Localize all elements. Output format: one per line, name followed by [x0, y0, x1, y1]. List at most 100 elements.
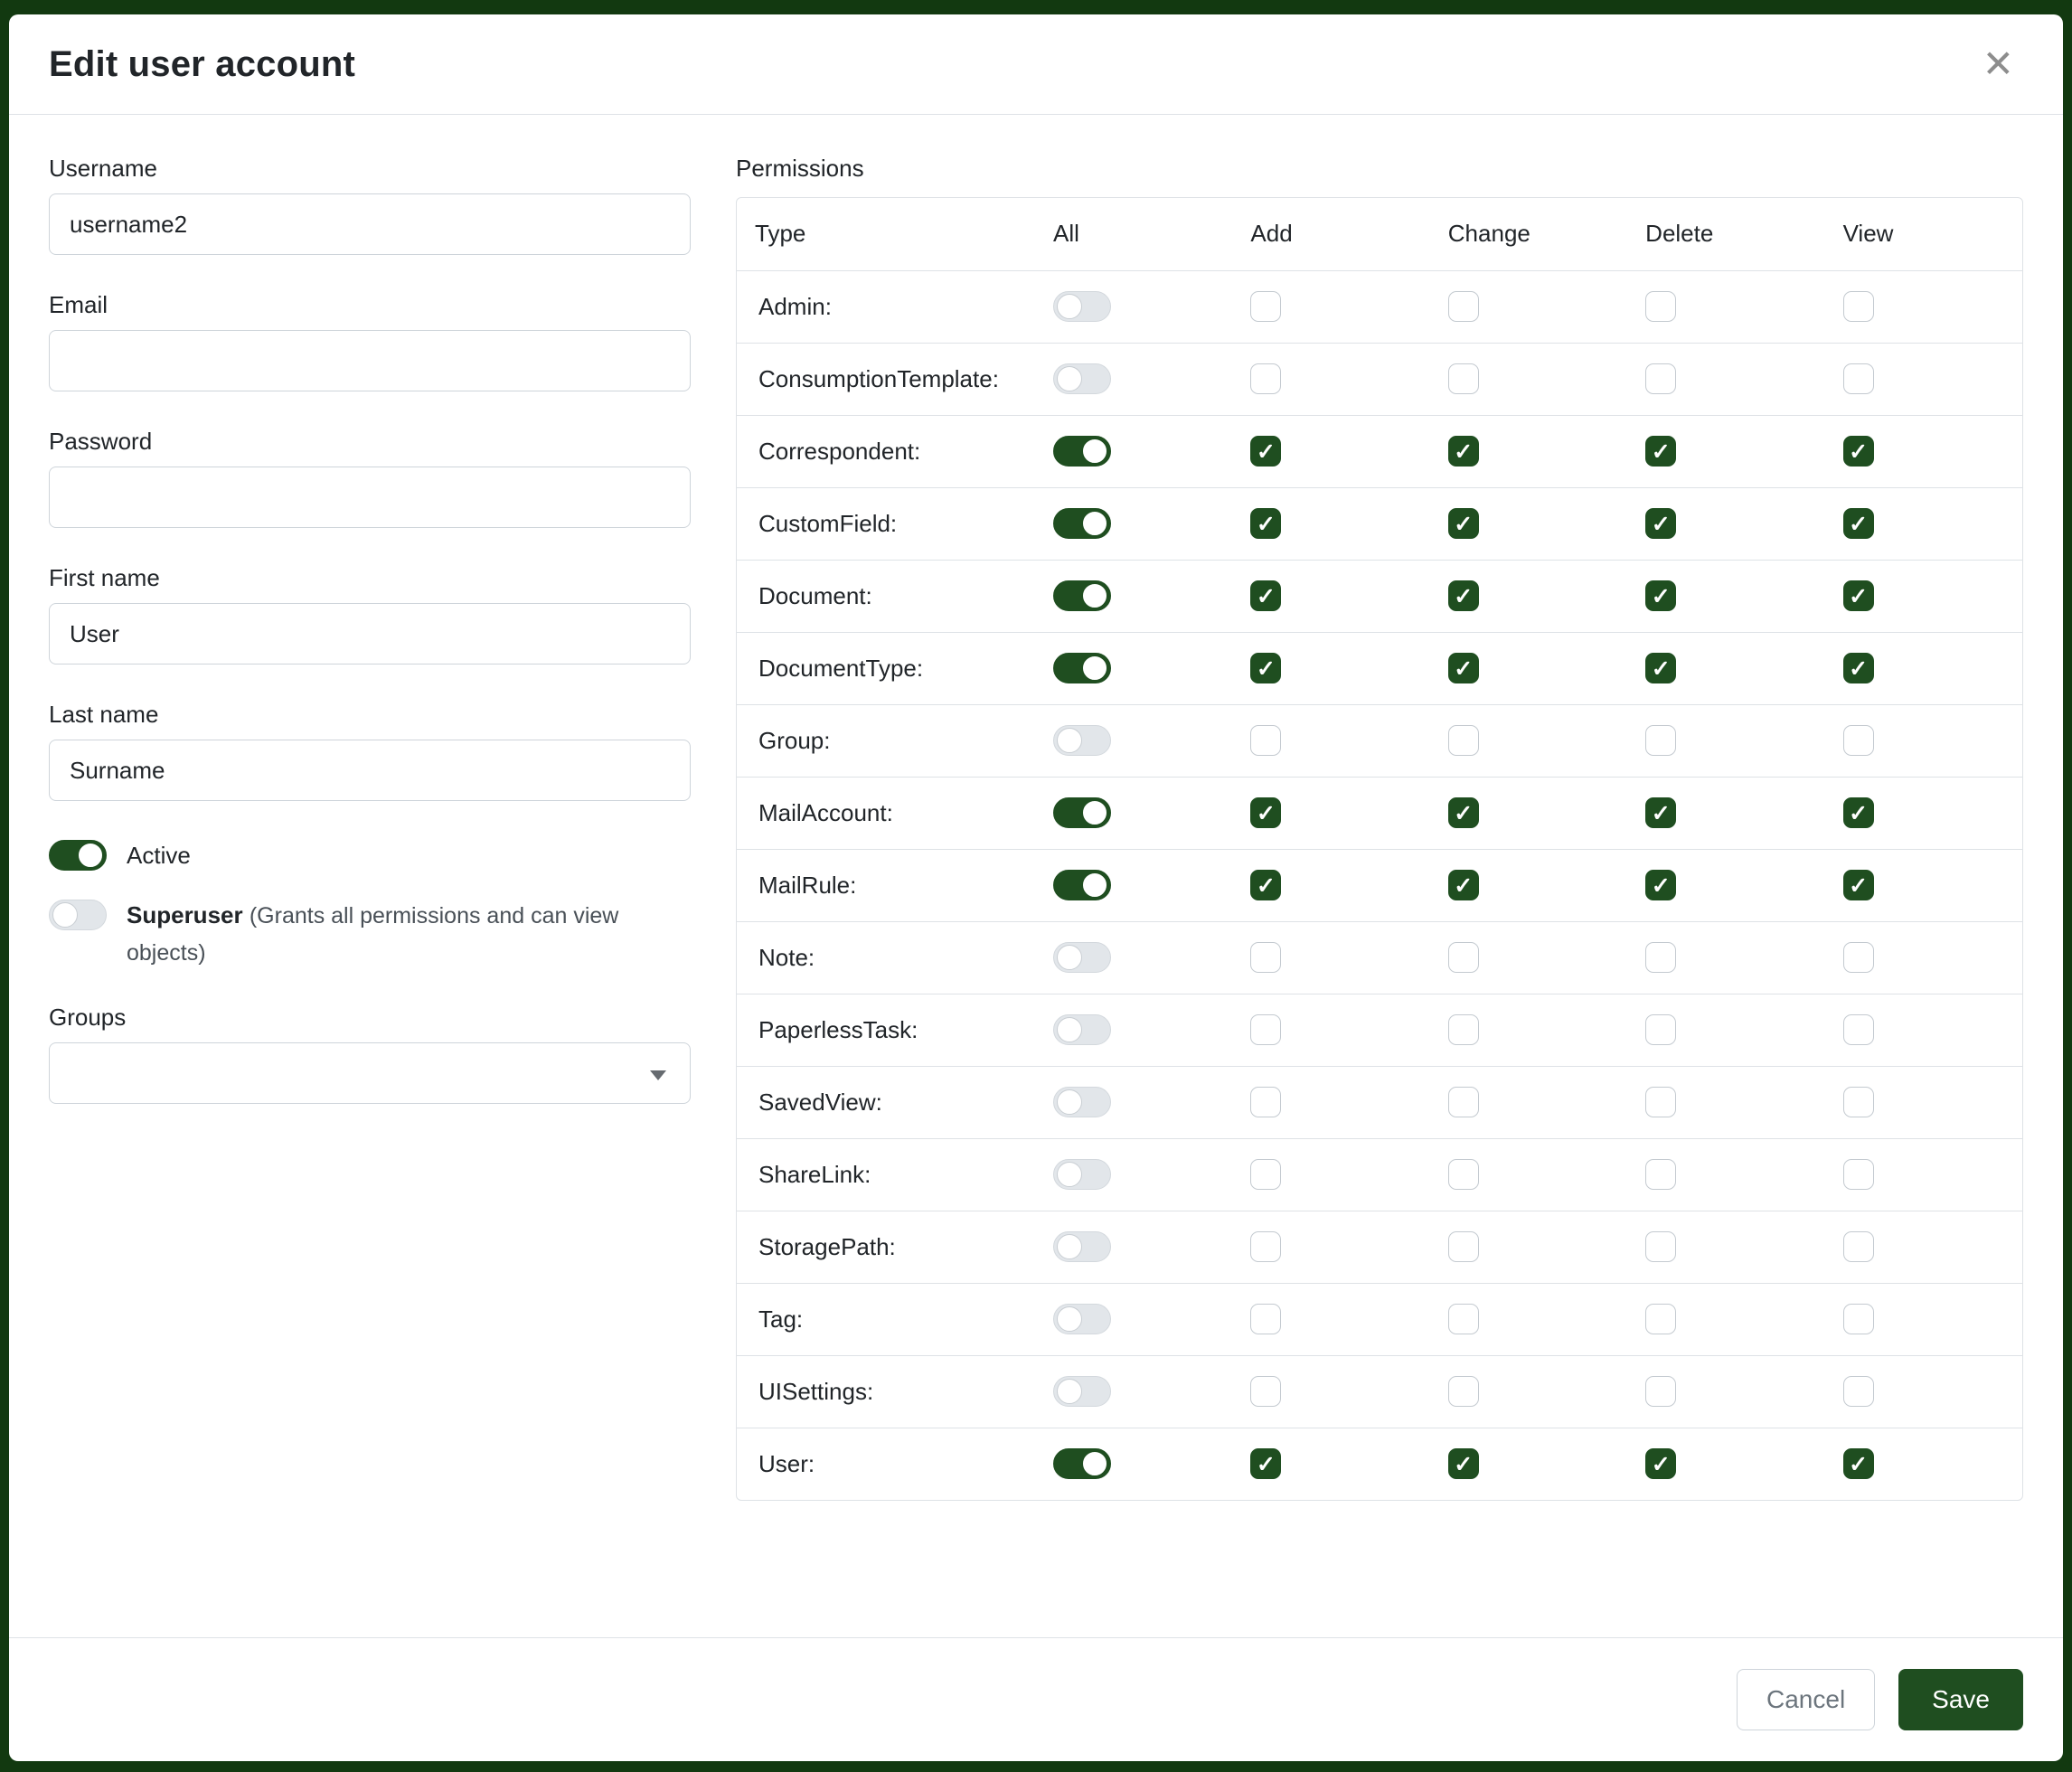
permission-add-checkbox[interactable] — [1250, 1231, 1281, 1262]
permission-view-checkbox[interactable]: ✓ — [1843, 653, 1874, 683]
permission-change-checkbox[interactable]: ✓ — [1448, 508, 1479, 539]
permission-delete-checkbox[interactable] — [1645, 1159, 1676, 1190]
permission-add-checkbox[interactable]: ✓ — [1250, 653, 1281, 683]
permission-delete-checkbox[interactable] — [1645, 1014, 1676, 1045]
permission-change-checkbox[interactable]: ✓ — [1448, 436, 1479, 467]
permission-add-checkbox[interactable] — [1250, 1014, 1281, 1045]
first-name-field[interactable] — [49, 603, 691, 664]
permission-all-toggle[interactable] — [1053, 291, 1111, 322]
permission-view-checkbox[interactable]: ✓ — [1843, 797, 1874, 828]
permission-add-checkbox[interactable] — [1250, 1304, 1281, 1334]
permission-all-toggle[interactable] — [1053, 363, 1111, 394]
username-input[interactable] — [49, 193, 691, 255]
permission-view-checkbox[interactable] — [1843, 1376, 1874, 1407]
permission-view-checkbox[interactable] — [1843, 291, 1874, 322]
permission-all-toggle[interactable] — [1053, 1376, 1111, 1407]
permission-all-toggle[interactable] — [1053, 797, 1111, 828]
permission-add-checkbox[interactable] — [1250, 1376, 1281, 1407]
permission-all-toggle[interactable] — [1053, 580, 1111, 611]
permission-delete-checkbox[interactable] — [1645, 1087, 1676, 1117]
permission-view-checkbox[interactable]: ✓ — [1843, 1448, 1874, 1479]
permission-add-checkbox[interactable] — [1250, 1159, 1281, 1190]
permission-change-checkbox[interactable] — [1448, 1376, 1479, 1407]
permission-view-checkbox[interactable] — [1843, 1231, 1874, 1262]
permission-change-checkbox[interactable] — [1448, 291, 1479, 322]
permission-all-toggle[interactable] — [1053, 508, 1111, 539]
permission-view-checkbox[interactable] — [1843, 1014, 1874, 1045]
permission-change-checkbox[interactable] — [1448, 1014, 1479, 1045]
permission-change-checkbox[interactable] — [1448, 1159, 1479, 1190]
permission-delete-checkbox[interactable] — [1645, 1231, 1676, 1262]
permission-change-checkbox[interactable] — [1448, 1231, 1479, 1262]
permission-all-toggle[interactable] — [1053, 870, 1111, 900]
permission-all-toggle[interactable] — [1053, 1087, 1111, 1117]
permission-add-checkbox[interactable]: ✓ — [1250, 1448, 1281, 1479]
permission-all-toggle[interactable] — [1053, 1231, 1111, 1262]
permission-add-checkbox[interactable] — [1250, 363, 1281, 394]
permission-delete-checkbox[interactable]: ✓ — [1645, 653, 1676, 683]
permission-all-toggle[interactable] — [1053, 725, 1111, 756]
column-header-view: View — [1825, 198, 2022, 270]
permission-delete-checkbox[interactable] — [1645, 291, 1676, 322]
permission-add-checkbox[interactable]: ✓ — [1250, 797, 1281, 828]
permission-delete-checkbox[interactable]: ✓ — [1645, 436, 1676, 467]
permission-change-checkbox[interactable]: ✓ — [1448, 870, 1479, 900]
permission-all-toggle[interactable] — [1053, 436, 1111, 467]
active-toggle[interactable] — [49, 840, 107, 871]
password-field[interactable] — [49, 467, 691, 528]
permission-all-toggle[interactable] — [1053, 1304, 1111, 1334]
save-button[interactable]: Save — [1898, 1669, 2023, 1730]
permission-change-checkbox[interactable]: ✓ — [1448, 653, 1479, 683]
permission-delete-checkbox[interactable] — [1645, 363, 1676, 394]
permission-add-checkbox[interactable]: ✓ — [1250, 436, 1281, 467]
permission-add-checkbox[interactable]: ✓ — [1250, 580, 1281, 611]
groups-select[interactable] — [49, 1042, 691, 1104]
permission-view-checkbox[interactable] — [1843, 1159, 1874, 1190]
permission-view-checkbox[interactable]: ✓ — [1843, 580, 1874, 611]
superuser-toggle[interactable] — [49, 900, 107, 930]
permission-all-toggle[interactable] — [1053, 1159, 1111, 1190]
permission-add-checkbox[interactable] — [1250, 1087, 1281, 1117]
permission-view-checkbox[interactable] — [1843, 942, 1874, 973]
permission-add-checkbox[interactable] — [1250, 291, 1281, 322]
permission-all-toggle[interactable] — [1053, 1014, 1111, 1045]
permission-view-checkbox[interactable]: ✓ — [1843, 436, 1874, 467]
permission-view-checkbox[interactable] — [1843, 1304, 1874, 1334]
permission-delete-checkbox[interactable]: ✓ — [1645, 1448, 1676, 1479]
permission-change-checkbox[interactable]: ✓ — [1448, 797, 1479, 828]
permission-type-label: MailRule: — [737, 849, 1035, 921]
permission-change-checkbox[interactable] — [1448, 725, 1479, 756]
permission-all-toggle[interactable] — [1053, 1448, 1111, 1479]
permission-all-toggle[interactable] — [1053, 942, 1111, 973]
permission-view-checkbox[interactable] — [1843, 1087, 1874, 1117]
permission-delete-checkbox[interactable]: ✓ — [1645, 508, 1676, 539]
permission-delete-checkbox[interactable]: ✓ — [1645, 580, 1676, 611]
permission-delete-checkbox[interactable]: ✓ — [1645, 870, 1676, 900]
permission-change-checkbox[interactable] — [1448, 363, 1479, 394]
cancel-button[interactable]: Cancel — [1737, 1669, 1875, 1730]
permission-type-label: MailAccount: — [737, 777, 1035, 849]
permission-view-checkbox[interactable] — [1843, 725, 1874, 756]
permission-add-checkbox[interactable] — [1250, 942, 1281, 973]
email-field[interactable] — [49, 330, 691, 391]
permission-add-checkbox[interactable] — [1250, 725, 1281, 756]
permission-delete-checkbox[interactable] — [1645, 1304, 1676, 1334]
permission-delete-checkbox[interactable] — [1645, 942, 1676, 973]
permission-view-checkbox[interactable]: ✓ — [1843, 508, 1874, 539]
permission-all-toggle[interactable] — [1053, 653, 1111, 683]
permission-view-checkbox[interactable]: ✓ — [1843, 870, 1874, 900]
close-icon[interactable]: ✕ — [1973, 40, 2023, 89]
last-name-field[interactable] — [49, 740, 691, 801]
permission-change-checkbox[interactable] — [1448, 1304, 1479, 1334]
permission-type-label: SavedView: — [737, 1066, 1035, 1138]
permission-delete-checkbox[interactable] — [1645, 725, 1676, 756]
permission-change-checkbox[interactable]: ✓ — [1448, 580, 1479, 611]
permission-change-checkbox[interactable] — [1448, 1087, 1479, 1117]
permission-change-checkbox[interactable] — [1448, 942, 1479, 973]
permission-add-checkbox[interactable]: ✓ — [1250, 870, 1281, 900]
permission-delete-checkbox[interactable]: ✓ — [1645, 797, 1676, 828]
permission-view-checkbox[interactable] — [1843, 363, 1874, 394]
permission-delete-checkbox[interactable] — [1645, 1376, 1676, 1407]
permission-add-checkbox[interactable]: ✓ — [1250, 508, 1281, 539]
permission-change-checkbox[interactable]: ✓ — [1448, 1448, 1479, 1479]
